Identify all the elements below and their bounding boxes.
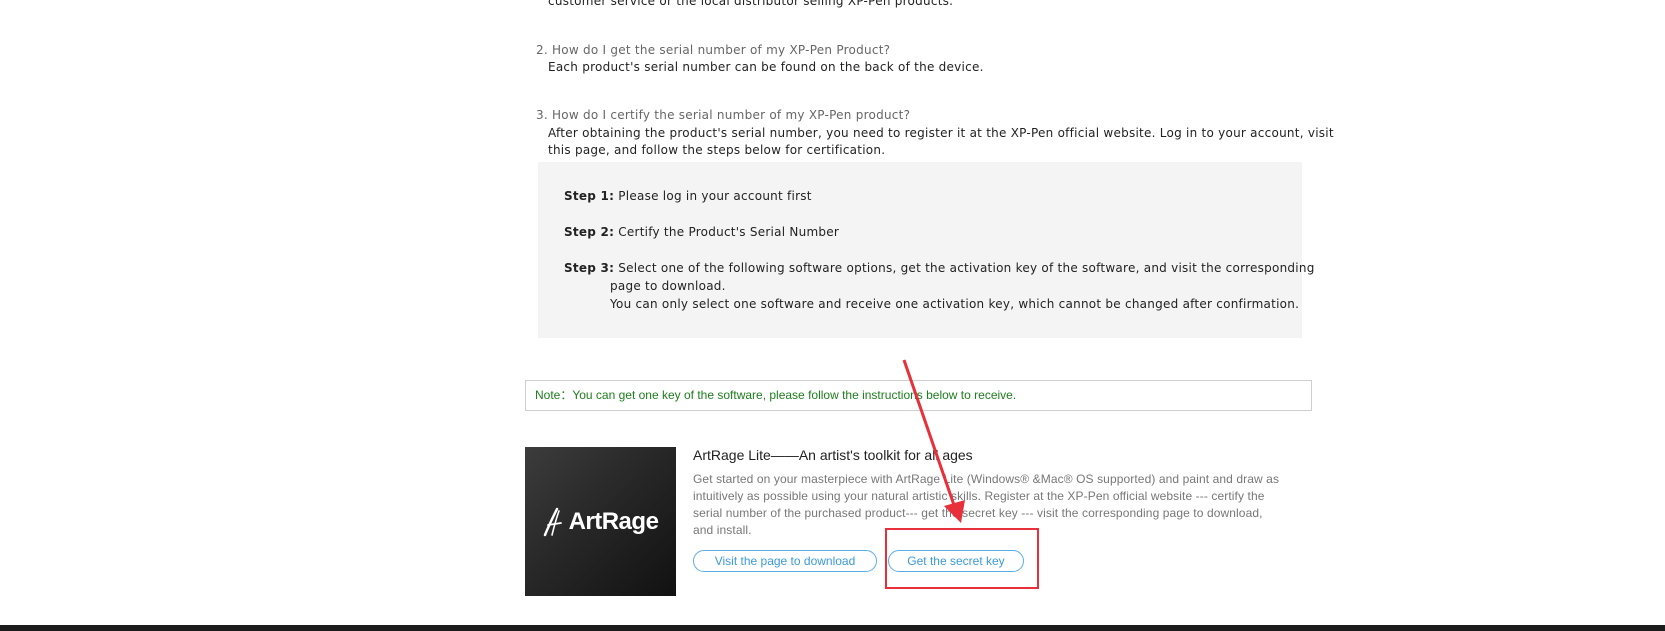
annotation-highlight-box (885, 528, 1039, 589)
annotation-arrow (902, 359, 965, 523)
arrow-head-icon (944, 500, 965, 523)
footer-bar (0, 625, 1665, 631)
